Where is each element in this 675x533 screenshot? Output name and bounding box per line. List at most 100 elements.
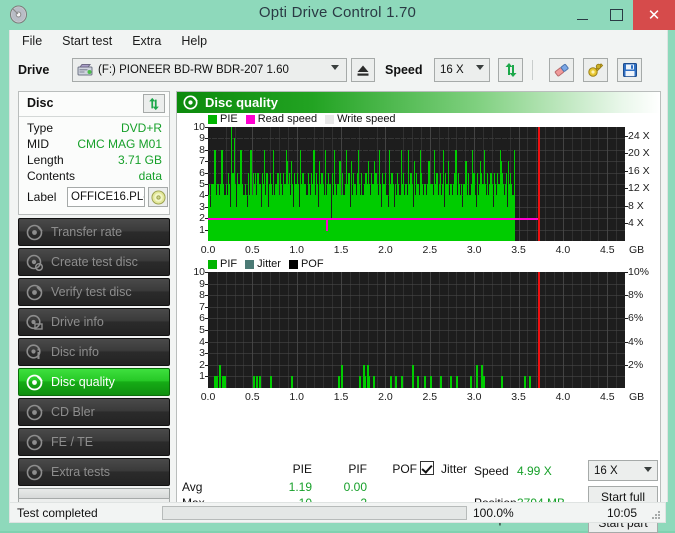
x-tick-label: 2.0 <box>378 244 393 256</box>
disc-row-key: Type <box>27 121 54 135</box>
cd-icon <box>150 189 166 205</box>
refresh-button[interactable] <box>498 58 523 82</box>
toolbar-separator <box>532 60 533 80</box>
eject-button[interactable] <box>351 58 375 82</box>
disc-row-length: Length 3.71 GB <box>19 153 169 170</box>
scan-speed-value: 16 X <box>594 464 618 477</box>
sidebar-item-label: Create test disc <box>51 255 138 269</box>
jitter-checkbox[interactable] <box>420 461 434 475</box>
sidebar-item-drive-info[interactable]: Drive info <box>18 308 170 336</box>
sidebar-item-disc-info[interactable]: Disc info <box>18 338 170 366</box>
x-tick-label: 1.0 <box>289 391 305 403</box>
status-bar: Test completed 100.0% 10:05 <box>9 502 666 523</box>
menu-item-help[interactable]: Help <box>172 32 216 50</box>
disc-row-key: Contents <box>27 169 76 183</box>
drive-icon <box>77 63 93 77</box>
legend-item-jitter: Jitter <box>245 258 281 270</box>
chevron-down-icon <box>476 65 484 70</box>
disc-create-icon <box>26 254 44 271</box>
sidebar-item-extra-tests[interactable]: Extra tests <box>18 458 170 486</box>
x-tick-label: 2.0 <box>378 391 393 403</box>
disc-quality-icon <box>183 95 198 110</box>
legend-item-read-speed: Read speed <box>245 113 317 125</box>
pif-chart-legend: PIF Jitter POF <box>208 258 332 270</box>
menu-item-start-test[interactable]: Start test <box>53 32 121 50</box>
y-tick-label: 9 <box>199 132 205 145</box>
eject-icon <box>357 65 369 76</box>
save-icon <box>622 63 637 77</box>
x-tick-label: 4.0 <box>555 244 571 256</box>
disc-panel-title: Disc <box>27 96 54 110</box>
main-panel: Disc quality PIE Read speed Write speed … <box>176 91 661 533</box>
legend-item-pif: PIF <box>208 258 237 270</box>
x-tick-label: 3.5 <box>511 244 526 256</box>
close-button[interactable]: ✕ <box>633 0 675 30</box>
sidebar-item-label: Verify test disc <box>51 285 132 299</box>
right-tick-label: 12 X <box>628 182 650 195</box>
tools-icon <box>588 63 604 77</box>
disc-panel-header: Disc <box>19 92 169 117</box>
extra-tests-icon <box>26 464 43 481</box>
stats-speed-value: 4.99 X <box>517 464 552 478</box>
pif-chart: PIF Jitter POF 10 9 8 7 6 5 4 3 2 1 10% 8% 6% 4% 2% 0… <box>177 258 660 408</box>
legend-item-pie: PIE <box>208 113 238 125</box>
main-panel-title: Disc quality <box>205 95 278 110</box>
sidebar-item-label: Transfer rate <box>51 225 123 239</box>
sidebar-item-create-test-disc[interactable]: Create test disc <box>18 248 170 276</box>
x-tick-label: 0.5 <box>245 391 260 403</box>
x-tick-label: 4.5 <box>599 391 615 403</box>
sidebar-item-verify-test-disc[interactable]: Verify test disc <box>18 278 170 306</box>
refresh-icon <box>149 97 159 110</box>
drive-select[interactable]: (F:) PIONEER BD-RW BDR-207 1.60 <box>72 58 347 82</box>
y-tick-label: 10 <box>193 266 205 278</box>
disc-refresh-button[interactable] <box>143 94 165 113</box>
save-button[interactable] <box>617 58 642 82</box>
speed-select-value: 16 X <box>440 64 464 76</box>
sidebar-item-cd-bler[interactable]: CD Bler <box>18 398 170 426</box>
right-tick-label: 24 X <box>628 129 650 142</box>
cd-icon-button[interactable] <box>148 187 168 207</box>
stats-col-pof: POF <box>392 462 417 476</box>
drive-toolbar: Drive (F:) PIONEER BD-RW BDR-207 1.60 Sp… <box>10 52 667 89</box>
right-tick-label: 16 X <box>628 164 650 177</box>
minimize-button[interactable] <box>565 0 599 30</box>
tools-button[interactable] <box>583 58 608 82</box>
y-tick-label: 7 <box>199 155 205 168</box>
sidebar-item-label: Extra tests <box>51 465 111 479</box>
right-tick-label: 20 X <box>628 147 650 160</box>
disc-label-input[interactable]: OFFICE16.PL-F <box>67 187 145 207</box>
fe-te-icon <box>26 434 43 451</box>
right-tick-label: 4 X <box>628 217 644 230</box>
elapsed-time: 10:05 <box>606 506 637 520</box>
legend-item-pof: POF <box>288 258 324 270</box>
title-bar: Opti Drive Control 1.70 ✕ <box>0 0 675 30</box>
disc-label-row: Label OFFICE16.PL-F <box>19 186 169 210</box>
progress-percent: 100.0% <box>473 506 514 520</box>
right-tick-label: 6% <box>628 312 644 325</box>
drive-info-icon <box>26 314 43 331</box>
chevron-down-icon <box>644 467 652 472</box>
maximize-button[interactable] <box>599 0 633 30</box>
y-tick-label: 3 <box>199 200 205 213</box>
resize-grip[interactable] <box>652 511 661 520</box>
y-tick-label: 10 <box>193 121 205 133</box>
stats-col-pie: PIE <box>292 462 312 476</box>
erase-button[interactable] <box>549 58 574 82</box>
sidebar-item-fe-te[interactable]: FE / TE <box>18 428 170 456</box>
disc-row-value: data <box>138 169 162 183</box>
main-panel-header: Disc quality <box>177 92 660 113</box>
menu-item-file[interactable]: File <box>13 32 51 50</box>
disc-test-icon <box>26 224 43 241</box>
menu-item-extra[interactable]: Extra <box>123 32 170 50</box>
scan-speed-select[interactable]: 16 X <box>588 460 658 481</box>
application-window: Opti Drive Control 1.70 ✕ File Start tes… <box>0 0 675 533</box>
speed-select[interactable]: 16 X <box>434 58 490 82</box>
right-tick-label: 8% <box>628 289 644 302</box>
refresh-icon <box>505 63 516 77</box>
y-tick-label: 7 <box>199 300 205 313</box>
sidebar-item-label: Disc quality <box>51 375 115 389</box>
x-tick-label: 2.5 <box>422 244 438 256</box>
sidebar-item-transfer-rate[interactable]: Transfer rate <box>18 218 170 246</box>
disc-label-key: Label <box>27 190 57 204</box>
sidebar-item-disc-quality[interactable]: Disc quality <box>18 368 170 396</box>
